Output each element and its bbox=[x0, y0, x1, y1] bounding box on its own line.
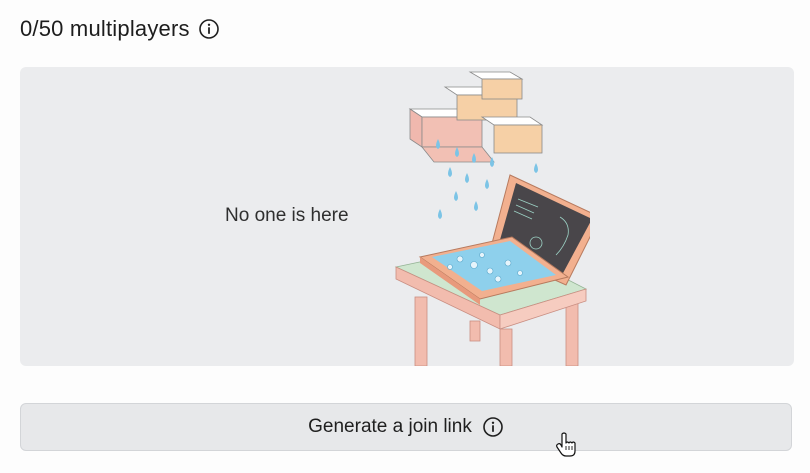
generate-join-link-label: Generate a join link bbox=[308, 416, 472, 437]
empty-state-message: No one is here bbox=[225, 205, 349, 226]
multiplayer-empty-panel: No one is here bbox=[20, 67, 794, 366]
info-icon[interactable] bbox=[198, 18, 220, 40]
info-icon[interactable] bbox=[482, 416, 504, 438]
multiplayer-count-title: 0/50 multiplayers bbox=[20, 16, 190, 41]
multiplayer-header: 0/50 multiplayers bbox=[20, 13, 220, 45]
hand-pointer-cursor-icon bbox=[556, 432, 576, 457]
rain-cloud-laptop-illustration bbox=[394, 71, 590, 366]
generate-join-link-button[interactable]: Generate a join link bbox=[20, 403, 792, 451]
